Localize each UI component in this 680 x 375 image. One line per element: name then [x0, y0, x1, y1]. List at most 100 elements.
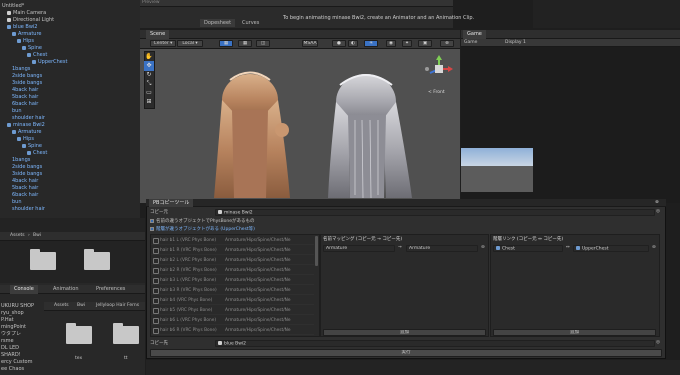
camera-button[interactable]: ▣ — [418, 40, 432, 47]
project-folder-item[interactable]: ercy Custom — [0, 359, 44, 366]
hierarchy-item[interactable]: 4back hair — [0, 178, 139, 185]
space-dropdown[interactable]: Local ▾ — [177, 40, 203, 47]
project-folder-item[interactable]: UKURU SHOP — [0, 303, 44, 310]
msaa-button[interactable]: MSAA — [302, 40, 318, 47]
grid-button[interactable]: ▦ — [238, 40, 252, 47]
project-folder-item[interactable]: ウタプレ — [0, 331, 44, 338]
pivot-dropdown[interactable]: Center ▾ — [150, 40, 176, 47]
hierarchy-item[interactable]: Directional Light — [0, 17, 139, 24]
hierarchy-item[interactable]: 6back hair — [0, 101, 139, 108]
hierarchy-item[interactable]: UpperChest — [0, 59, 139, 66]
dest-pick-icon[interactable]: ◎ — [656, 340, 660, 345]
hierarchy-item[interactable]: 1bangs — [0, 157, 139, 164]
tab-curves[interactable]: Curves — [238, 19, 263, 27]
project-folder-item[interactable]: DL LED — [0, 345, 44, 352]
project2-path-folder[interactable]: Bwi — [77, 303, 85, 308]
bone-row[interactable]: hair b4 (VRC Phys Bone) Armature/Hips/Spi… — [151, 296, 314, 305]
link-from-field[interactable]: Chest — [493, 245, 563, 252]
project2-path-root[interactable]: Assets — [54, 303, 69, 308]
hierarchy-item[interactable]: bun — [0, 199, 139, 206]
hierarchy-item[interactable]: 5back hair — [0, 185, 139, 192]
project-folder-item[interactable]: P.Hat — [0, 317, 44, 324]
hierarchy-item[interactable]: 2side bangs — [0, 73, 139, 80]
project-path-root[interactable]: Assets — [10, 233, 25, 238]
hierarchy-item[interactable]: Hips — [0, 38, 139, 45]
tab-console[interactable]: Console — [10, 285, 38, 294]
hierarchy-item[interactable]: 4back hair — [0, 87, 139, 94]
folder-icon[interactable] — [84, 249, 110, 270]
name-map-to-field[interactable]: Armature — [406, 245, 478, 252]
lighting-button[interactable]: ☀ — [364, 40, 378, 47]
hierarchy-item[interactable]: 1bangs — [0, 66, 139, 73]
tab-game[interactable]: Game — [463, 30, 486, 39]
bone-row[interactable]: hair b6 L (VRC Phys Bone) Armature/Hips/S… — [151, 316, 314, 325]
hierarchy-item[interactable]: bun — [0, 108, 139, 115]
hierarchy-item[interactable]: Armature — [0, 129, 139, 136]
folder-icon[interactable] — [30, 249, 56, 270]
checkbox-icon[interactable] — [150, 218, 154, 223]
project-folder-item[interactable]: SHARD! — [0, 352, 44, 359]
tab-animation[interactable]: Animation — [49, 285, 83, 294]
bone-row[interactable]: hair b1 R (VRC Phys Bone) Armature/Hips/S… — [151, 246, 314, 255]
hierarchy-item[interactable]: Spine — [0, 45, 139, 52]
gizmos-button[interactable]: ⊕ — [440, 40, 454, 47]
option-hierarchy-mismatch[interactable]: 階層が違うオブジェクトがある (UpperChest等) — [150, 226, 255, 233]
bone-list-scrollbar[interactable] — [315, 236, 318, 266]
project-folder-item[interactable]: mingPoint — [0, 324, 44, 331]
folder-icon[interactable] — [66, 323, 92, 344]
hierarchy-item[interactable]: 6back hair — [0, 192, 139, 199]
hierarchy-item[interactable]: blue Bwi2 — [0, 24, 139, 31]
hier-link-add-button[interactable]: 追加 — [493, 329, 656, 336]
bone-row[interactable]: hair b3 L (VRC Phys Bone) Armature/Hips/S… — [151, 276, 314, 285]
hierarchy-item[interactable]: Hips — [0, 136, 139, 143]
hierarchy-item[interactable]: Untitled* — [0, 3, 139, 10]
project-folder-item[interactable]: rsme — [0, 338, 44, 345]
bone-row[interactable]: hair b2 L (VRC Phys Bone) Armature/Hips/S… — [151, 256, 314, 265]
hierarchy-item[interactable]: shoulder hair — [0, 206, 139, 213]
checkbox-icon[interactable] — [150, 226, 154, 231]
execute-button[interactable]: 実行 — [150, 349, 662, 357]
snap-button[interactable]: ▦ — [219, 40, 233, 47]
tab-scene[interactable]: Scene — [146, 30, 170, 39]
remove-link-icon[interactable]: ⊖ — [652, 245, 656, 250]
hierarchy-item[interactable]: shoulder hair — [0, 115, 139, 122]
link-to-field[interactable]: UpperChest — [573, 245, 649, 252]
tab-pb-copy-tool[interactable]: PBコピーツール — [149, 199, 194, 207]
transform-tool-icon[interactable]: ⊞ — [144, 97, 154, 107]
source-object-field[interactable]: minase Bwi2 — [215, 209, 655, 216]
folder-icon[interactable] — [113, 323, 139, 344]
hierarchy-item[interactable]: 3side bangs — [0, 171, 139, 178]
name-map-add-button[interactable]: 追加 — [323, 329, 486, 336]
hierarchy-item[interactable]: minase Bwi2 — [0, 122, 139, 129]
scene-viewport[interactable] — [200, 60, 440, 202]
shading-button[interactable]: ● — [332, 40, 346, 47]
hierarchy-item[interactable]: Armature — [0, 31, 139, 38]
game-display-mode[interactable]: Game — [464, 40, 477, 45]
hierarchy-item[interactable]: 5back hair — [0, 94, 139, 101]
hierarchy-item[interactable]: 3side bangs — [0, 80, 139, 87]
project-path-folder[interactable]: Bwi — [33, 233, 41, 238]
audio-button[interactable]: ◉ — [386, 40, 396, 47]
hierarchy-item[interactable]: Spine — [0, 143, 139, 150]
tab-preferences[interactable]: Preferences — [92, 285, 129, 294]
close-window-icon[interactable]: ⊗ — [655, 200, 659, 205]
remove-row-icon[interactable]: ⊖ — [481, 245, 485, 250]
bone-row[interactable]: hair b2 R (VRC Phys Bone) Armature/Hips/S… — [151, 266, 314, 275]
increment-button[interactable]: ◫ — [256, 40, 270, 47]
hierarchy-item[interactable]: Main Camera — [0, 10, 139, 17]
source-pick-icon[interactable]: ◎ — [656, 209, 660, 214]
project-folder-item[interactable]: ryu_shop — [0, 310, 44, 317]
hierarchy-item[interactable]: Chest — [0, 150, 139, 157]
dest-object-field[interactable]: blue Bwi2 — [215, 340, 655, 347]
bone-row[interactable]: hair b6 R (VRC Phys Bone) Armature/Hips/S… — [151, 326, 314, 335]
fx-button[interactable]: ✦ — [402, 40, 412, 47]
name-map-from-field[interactable]: Armature — [323, 245, 395, 252]
2d-button[interactable]: ◐ — [348, 40, 358, 47]
preview-button[interactable]: Preview — [142, 0, 160, 5]
game-display-select[interactable]: Display 1 — [505, 40, 526, 45]
hierarchy-item[interactable]: Chest — [0, 52, 139, 59]
project2-path-sub[interactable]: Jellyloop Hair Ferns — [96, 303, 139, 308]
bone-row[interactable]: hair b3 R (VRC Phys Bone) Armature/Hips/S… — [151, 286, 314, 295]
bone-row[interactable]: hair b1 L (VRC Phys Bone) Armature/Hips/S… — [151, 236, 314, 245]
bone-row[interactable]: hair b5 (VRC Phys Bone) Armature/Hips/Spi… — [151, 306, 314, 315]
